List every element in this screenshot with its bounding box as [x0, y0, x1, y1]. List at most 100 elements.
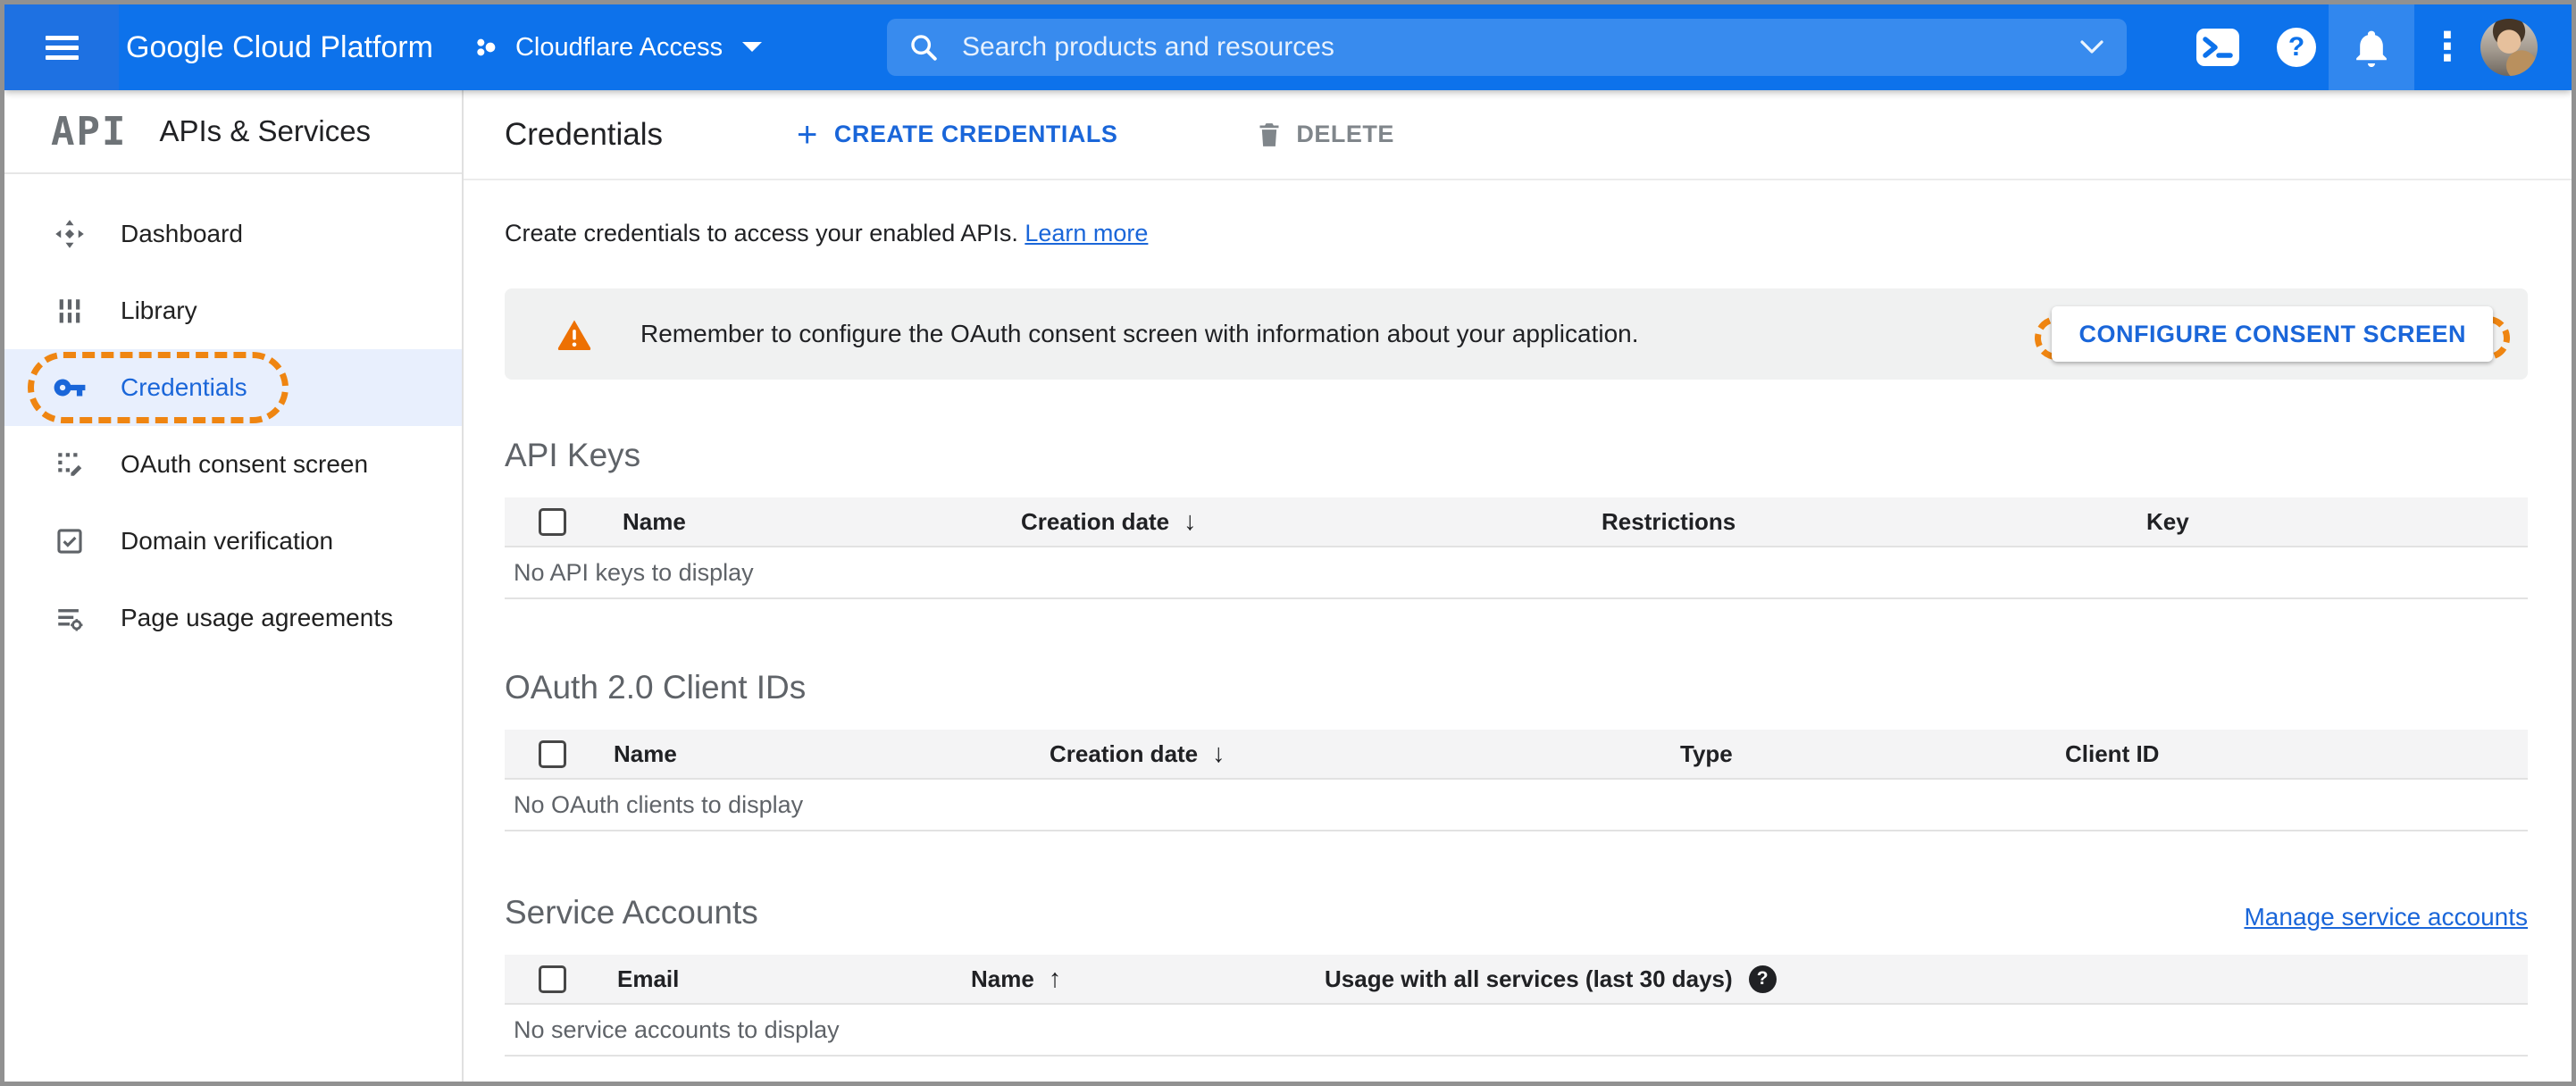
- service-accounts-empty-state: No service accounts to display: [505, 1005, 2528, 1057]
- list-gear-icon: [53, 601, 87, 635]
- sidebar-item-dashboard[interactable]: Dashboard: [4, 196, 462, 272]
- column-header-email[interactable]: Email: [617, 965, 971, 993]
- sidebar-item-label: Page usage agreements: [121, 604, 394, 631]
- search-expand-chevron-icon[interactable]: [2078, 39, 2105, 55]
- sidebar-item-page-usage-agreements[interactable]: Page usage agreements: [4, 580, 462, 656]
- api-product-logo: API: [51, 108, 128, 155]
- warning-icon: [556, 318, 592, 350]
- column-header-key[interactable]: Key: [2146, 508, 2528, 536]
- consent-button-annotation-highlight: CONFIGURE CONSENT SCREEN: [2035, 306, 2510, 362]
- api-keys-section: API Keys Name Creation date ↓ Restrictio…: [505, 437, 2528, 599]
- checkbox-check-icon: [53, 524, 87, 558]
- sidebar-item-label: Library: [121, 297, 197, 324]
- notifications-button[interactable]: [2329, 4, 2414, 90]
- page-title: Credentials: [505, 116, 664, 152]
- column-header-name[interactable]: Name: [623, 508, 1021, 536]
- column-header-type[interactable]: Type: [1680, 740, 2065, 768]
- column-header-client-id[interactable]: Client ID: [2065, 740, 2528, 768]
- project-name: Cloudflare Access: [514, 32, 723, 62]
- sidebar-item-label: OAuth consent screen: [121, 450, 369, 478]
- consent-screen-icon: [53, 447, 87, 481]
- delete-button[interactable]: DELETE: [1257, 121, 1394, 149]
- sidebar-item-library[interactable]: Library: [4, 272, 462, 349]
- sidebar-item-label: Credentials: [121, 373, 247, 401]
- sidebar-item-domain-verification[interactable]: Domain verification: [4, 503, 462, 580]
- sort-desc-icon: ↓: [1183, 506, 1197, 536]
- api-keys-table-header: Name Creation date ↓ Restrictions Key: [505, 497, 2528, 547]
- intro-sentence: Create credentials to access your enable…: [505, 220, 1018, 246]
- usage-label: Usage with all services (last 30 days): [1325, 965, 1733, 992]
- sidebar-title: APIs & Services: [159, 114, 372, 147]
- dashboard-icon: [53, 217, 87, 251]
- bell-icon: [2352, 26, 2391, 69]
- configure-consent-screen-button[interactable]: CONFIGURE CONSENT SCREEN: [2052, 306, 2493, 362]
- sidebar-header: API APIs & Services: [4, 90, 462, 174]
- learn-more-link[interactable]: Learn more: [1025, 220, 1148, 246]
- cloud-shell-button[interactable]: [2191, 4, 2245, 90]
- help-button[interactable]: ?: [2271, 4, 2321, 90]
- oauth-clients-empty-state: No OAuth clients to display: [505, 780, 2528, 831]
- delete-label: DELETE: [1296, 121, 1394, 147]
- chevron-down-icon: [740, 40, 764, 54]
- credentials-content: Create credentials to access your enable…: [464, 180, 2572, 1057]
- search-bar[interactable]: [887, 19, 2127, 76]
- service-accounts-title: Service Accounts: [505, 894, 758, 931]
- intro-text: Create credentials to access your enable…: [505, 220, 2528, 247]
- banner-action-area: CONFIGURE CONSENT SCREEN: [2035, 306, 2510, 362]
- search-input[interactable]: [962, 32, 2078, 63]
- brand-title: Google Cloud Platform: [126, 29, 433, 64]
- column-header-name[interactable]: Name: [614, 740, 1050, 768]
- sidebar-item-credentials[interactable]: Credentials: [4, 349, 462, 426]
- column-header-usage[interactable]: Usage with all services (last 30 days) ?: [1325, 965, 2528, 993]
- sidebar: API APIs & Services Dashboard Library Cr…: [4, 90, 464, 1082]
- creation-date-label: Creation date: [1021, 507, 1170, 535]
- service-accounts-section: Service Accounts Manage service accounts…: [505, 894, 2528, 1057]
- sidebar-item-label: Domain verification: [121, 527, 334, 555]
- main-menu-button[interactable]: [4, 4, 119, 90]
- trash-icon: [1257, 121, 1296, 149]
- service-accounts-heading-row: Service Accounts Manage service accounts: [505, 894, 2528, 931]
- column-header-name[interactable]: Name ↑: [971, 965, 1325, 994]
- top-navigation-bar: Google Cloud Platform Cloudflare Access: [4, 4, 2572, 90]
- manage-service-accounts-link[interactable]: Manage service accounts: [2244, 903, 2528, 931]
- usage-help-icon[interactable]: ?: [1748, 965, 1777, 993]
- creation-date-label: Creation date: [1050, 739, 1199, 767]
- oauth-select-all-checkbox[interactable]: [539, 739, 566, 768]
- help-icon: ?: [2277, 28, 2316, 67]
- sidebar-item-oauth-consent-screen[interactable]: OAuth consent screen: [4, 426, 462, 503]
- column-header-creation-date[interactable]: Creation date ↓: [1050, 739, 1680, 769]
- sidebar-nav: Dashboard Library Credentials OAuth cons…: [4, 174, 462, 656]
- api-keys-title: API Keys: [505, 437, 641, 473]
- api-keys-empty-state: No API keys to display: [505, 547, 2528, 599]
- sort-asc-icon: ↑: [1048, 964, 1062, 993]
- project-selector[interactable]: Cloudflare Access: [473, 33, 764, 63]
- service-accounts-table-header: Email Name ↑ Usage with all services (la…: [505, 955, 2528, 1005]
- library-icon: [53, 294, 87, 328]
- consent-warning-banner: Remember to configure the OAuth consent …: [505, 288, 2528, 380]
- column-header-creation-date[interactable]: Creation date ↓: [1021, 507, 1602, 537]
- main-content: Credentials + CREATE CREDENTIALS DELETE …: [464, 90, 2572, 1082]
- user-avatar[interactable]: [2480, 19, 2538, 76]
- topbar-actions: ? ⋮: [2191, 4, 2572, 90]
- more-options-button[interactable]: ⋮: [2427, 4, 2468, 90]
- sort-desc-icon: ↓: [1212, 739, 1225, 768]
- gcp-console-window: Google Cloud Platform Cloudflare Access: [0, 0, 2576, 1086]
- api-keys-select-all-checkbox[interactable]: [539, 507, 566, 536]
- hamburger-icon: [45, 30, 79, 65]
- oauth-clients-title: OAuth 2.0 Client IDs: [505, 669, 807, 706]
- name-label: Name: [971, 965, 1034, 992]
- key-icon: [53, 371, 87, 405]
- column-header-restrictions[interactable]: Restrictions: [1602, 508, 2146, 536]
- cloud-shell-icon: [2195, 28, 2240, 67]
- warning-message: Remember to configure the OAuth consent …: [640, 320, 1639, 347]
- oauth-clients-section: OAuth 2.0 Client IDs Name Creation date …: [505, 669, 2528, 831]
- project-icon: [473, 33, 501, 62]
- sidebar-item-label: Dashboard: [121, 220, 243, 247]
- service-accounts-select-all-checkbox[interactable]: [539, 965, 566, 993]
- oauth-clients-table-header: Name Creation date ↓ Type Client ID: [505, 730, 2528, 780]
- create-credentials-button[interactable]: + CREATE CREDENTIALS: [797, 117, 1118, 153]
- more-vert-icon: ⋮: [2428, 25, 2467, 69]
- search-icon: [908, 32, 939, 63]
- create-credentials-label: CREATE CREDENTIALS: [833, 121, 1118, 147]
- page-toolbar: Credentials + CREATE CREDENTIALS DELETE: [464, 90, 2572, 180]
